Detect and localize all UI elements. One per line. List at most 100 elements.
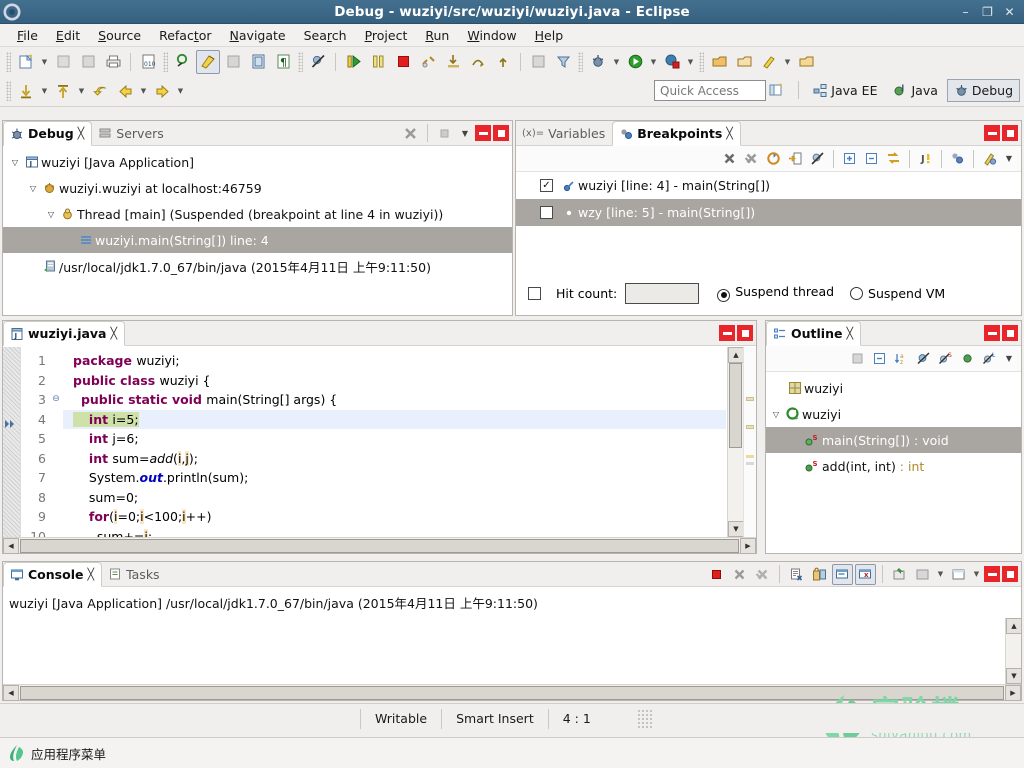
debug-launch-button[interactable] (586, 50, 610, 74)
goto-file-icon[interactable] (785, 148, 806, 169)
toolbar-group-handle-4[interactable] (699, 51, 704, 72)
breakpoint-checkbox-1[interactable] (540, 206, 553, 219)
debug-view-menu-icon[interactable]: ▼ (457, 125, 473, 141)
new-wizard-dropdown[interactable]: ▼ (39, 50, 50, 74)
new-wizard-button[interactable] (14, 50, 38, 74)
menu-window[interactable]: Window (458, 26, 525, 45)
perspective-debug[interactable]: Debug (946, 78, 1020, 102)
breakpoints-minimize-button[interactable] (984, 125, 1000, 141)
twisty-icon[interactable]: ▽ (25, 184, 41, 193)
code-line[interactable]: System.out.println(sum); (63, 468, 726, 488)
annotation-marker[interactable] (746, 462, 754, 465)
console-vertical-scrollbar[interactable]: ▲ ▼ (1005, 618, 1022, 684)
breakpoint-hit-marker-icon[interactable] (4, 417, 19, 431)
remove-all-breakpoints-icon[interactable] (741, 148, 762, 169)
debug-tree-row-2[interactable]: ▽ Thread [main] (Suspended (breakpoint a… (3, 201, 512, 227)
next-annotation-button[interactable] (14, 79, 38, 103)
new-java-class-button[interactable] (221, 50, 245, 74)
console-hscroll-thumb[interactable] (20, 685, 1004, 700)
menu-refactor[interactable]: Refactor (150, 26, 220, 45)
add-java-exception-breakpoint-icon[interactable]: J (915, 148, 936, 169)
breakpoint-checkbox-0[interactable]: ✓ (540, 179, 553, 192)
suspend-vm-option[interactable]: Suspend VM (850, 286, 945, 301)
debug-launch-dropdown[interactable]: ▼ (611, 50, 622, 74)
display-selected-console-icon[interactable] (912, 564, 933, 585)
open-resource-button[interactable] (794, 50, 818, 74)
editor-hscroll-thumb[interactable] (20, 538, 739, 553)
menu-source[interactable]: Source (89, 26, 150, 45)
editor-scroll-thumb[interactable] (729, 363, 742, 448)
forward-dropdown[interactable]: ▼ (175, 79, 186, 103)
back-button[interactable] (113, 79, 137, 103)
status-resize-handle[interactable] (636, 708, 653, 729)
tab-outline[interactable]: Outline ╳ (766, 321, 862, 346)
debug-minimize-button[interactable] (475, 125, 491, 141)
terminate-button[interactable] (391, 50, 415, 74)
menu-project[interactable]: Project (356, 26, 417, 45)
minimize-button[interactable]: – (959, 6, 972, 18)
breakpoint-row-1[interactable]: wzy [line: 5] - main(String[]) (516, 199, 1021, 226)
open-task-button[interactable] (246, 50, 270, 74)
menu-file[interactable]: File (8, 26, 47, 45)
sort-alphabetically-icon[interactable]: az (891, 348, 912, 369)
breakpoint-type-icon[interactable] (979, 148, 1000, 169)
forward-button[interactable] (150, 79, 174, 103)
menu-help[interactable]: Help (526, 26, 573, 45)
toolbar-drag-handle-2[interactable] (6, 81, 11, 101)
tab-servers[interactable]: Servers (92, 121, 171, 146)
annotation-marker[interactable] (746, 455, 754, 458)
run-external-dropdown[interactable]: ▼ (685, 50, 696, 74)
tab-outline-close-icon[interactable]: ╳ (846, 327, 853, 340)
expand-all-icon[interactable] (839, 148, 860, 169)
menu-run[interactable]: Run (416, 26, 458, 45)
remove-launch-icon[interactable] (729, 564, 750, 585)
build-all-button[interactable]: 010 (136, 50, 160, 74)
code-line[interactable]: int j=6; (63, 429, 726, 449)
save-button[interactable] (76, 50, 100, 74)
previous-annotation-button[interactable] (51, 79, 75, 103)
twisty-icon[interactable]: ▽ (7, 158, 23, 167)
code-line[interactable]: sum=0; (63, 488, 726, 508)
tab-tasks[interactable]: Tasks (102, 562, 167, 587)
display-console-dropdown[interactable]: ▼ (935, 562, 946, 586)
twisty-icon[interactable]: ▽ (768, 410, 784, 419)
show-console-on-error-icon[interactable]: x (855, 563, 876, 585)
annotation-marker[interactable] (746, 397, 754, 401)
open-console-dropdown[interactable]: ▼ (971, 562, 982, 586)
twisty-icon[interactable]: ▽ (43, 210, 59, 219)
terminate-icon[interactable] (706, 564, 727, 585)
skip-all-breakpoints-button[interactable] (306, 50, 330, 74)
run-launch-button[interactable] (623, 50, 647, 74)
last-edit-location-button[interactable] (88, 79, 112, 103)
tab-breakpoints-close-icon[interactable]: ╳ (726, 127, 733, 140)
editor-horizontal-scrollbar[interactable]: ◀ ▶ (3, 537, 756, 554)
scroll-down-arrow-icon[interactable]: ▼ (1006, 668, 1022, 684)
toolbar-group-handle-3[interactable] (578, 51, 583, 72)
open-perspective-button[interactable] (761, 78, 791, 102)
scroll-up-arrow-icon[interactable]: ▲ (728, 347, 744, 363)
open-type-hierarchy-button[interactable] (707, 50, 731, 74)
code-line[interactable]: for(i=0;i<100;i++) (63, 507, 726, 527)
step-over-button[interactable] (466, 50, 490, 74)
toggle-whitespace-button[interactable]: ¶ (271, 50, 295, 74)
print-button[interactable] (101, 50, 125, 74)
suspend-vm-radio[interactable] (850, 286, 864, 300)
breakpoint-row-0[interactable]: ✓ wuziyi [line: 4] - main(String[]) (516, 172, 1021, 199)
remove-breakpoint-icon[interactable] (719, 148, 740, 169)
code-line[interactable]: int sum=add(i,j); (63, 449, 726, 469)
outline-row-0[interactable]: wuziyi (766, 375, 1021, 401)
scroll-right-arrow-icon[interactable]: ▶ (740, 537, 756, 554)
toolbar-group-handle-1[interactable] (163, 51, 168, 72)
console-maximize-button[interactable] (1002, 566, 1018, 582)
editor-maximize-button[interactable] (737, 325, 753, 341)
working-sets-icon[interactable] (883, 148, 904, 169)
tab-debug-close-icon[interactable]: ╳ (78, 127, 85, 140)
tab-debug[interactable]: Debug ╳ (3, 121, 93, 146)
previous-annotation-dropdown[interactable]: ▼ (76, 79, 87, 103)
pin-console-icon[interactable] (889, 564, 910, 585)
debug-tree-row-1[interactable]: ▽ wuziyi.wuziyi at localhost:46759 (3, 175, 512, 201)
run-external-tools-button[interactable] (660, 50, 684, 74)
hit-count-checkbox[interactable] (528, 286, 541, 300)
console-horizontal-scrollbar[interactable]: ◀ ▶ (3, 684, 1021, 701)
open-console-icon[interactable] (948, 564, 969, 585)
